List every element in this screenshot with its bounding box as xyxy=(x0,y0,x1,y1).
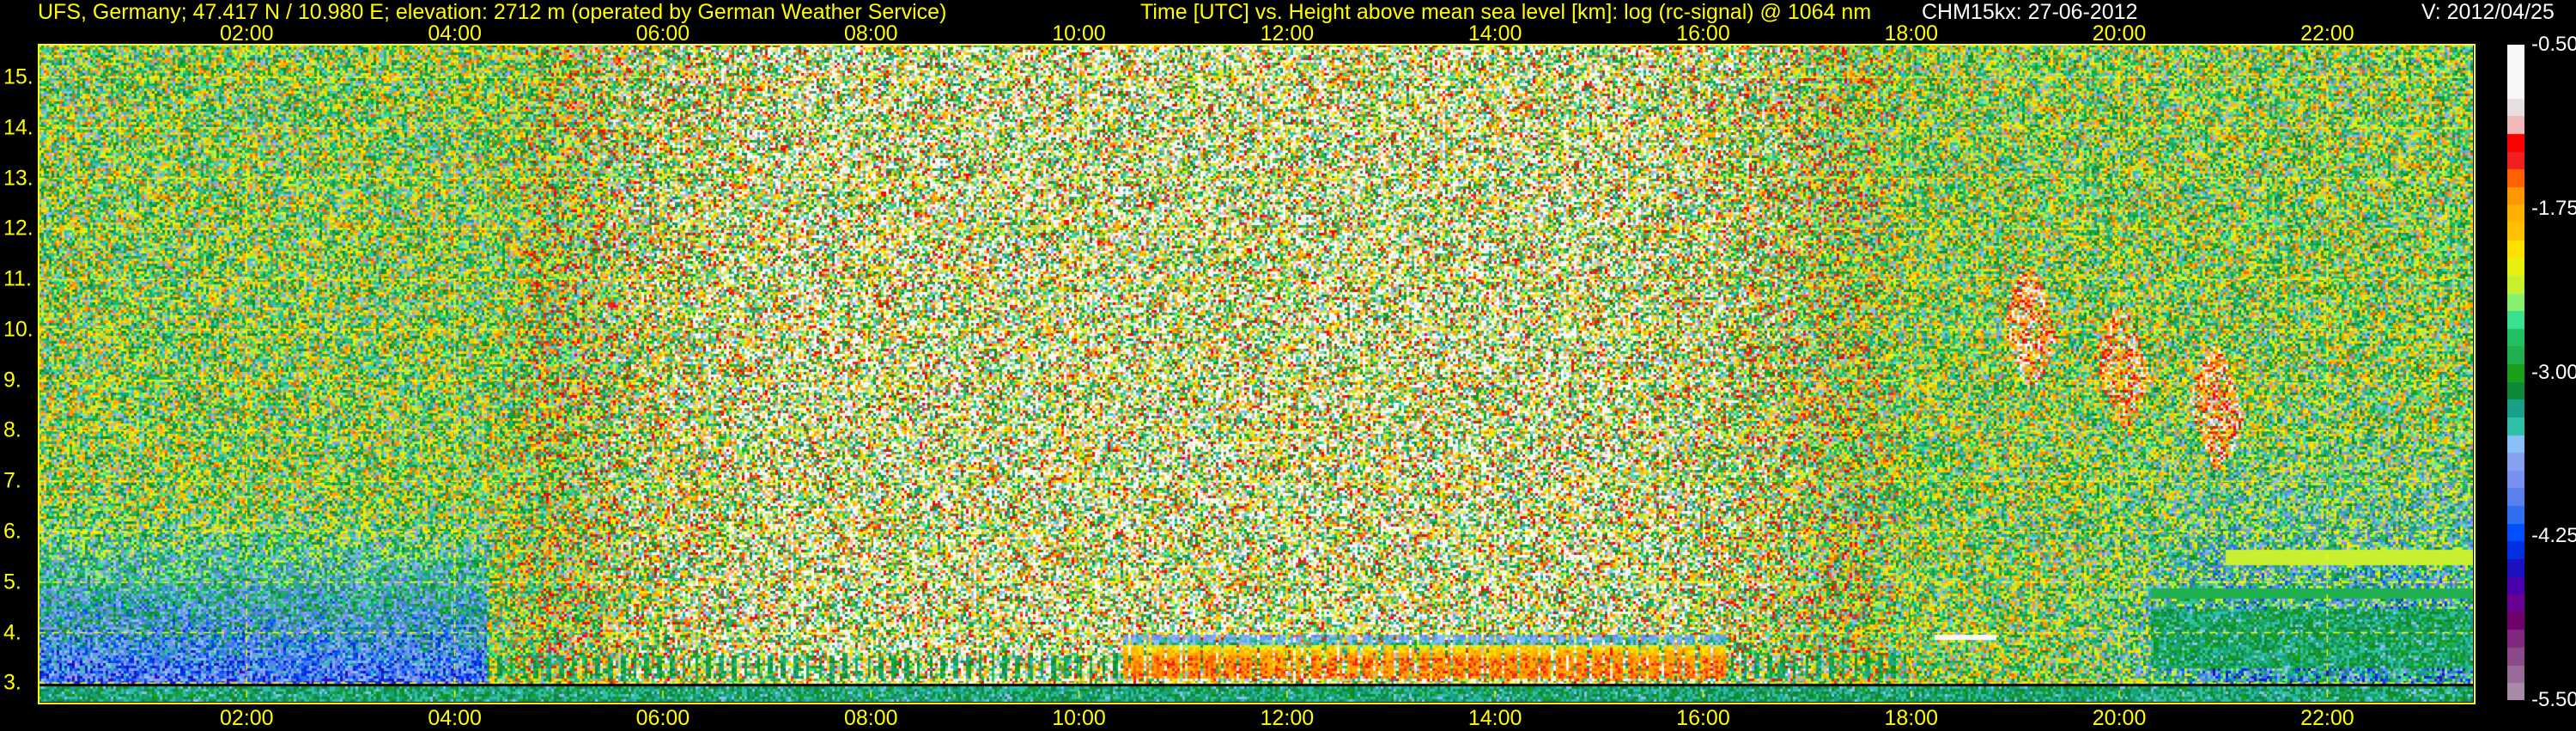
x-tick-label-top: 06:00 xyxy=(635,21,690,46)
x-tick-label-top: 04:00 xyxy=(428,21,482,46)
x-tick-label-top: 18:00 xyxy=(1884,21,1939,46)
x-tick-label-bottom: 06:00 xyxy=(635,706,690,730)
y-tick-label: 8. xyxy=(3,417,21,442)
station-title: UFS, Germany; 47.417 N / 10.980 E; eleva… xyxy=(38,0,947,24)
x-tick-label-top: 16:00 xyxy=(1676,21,1730,46)
y-tick-label: 14. xyxy=(3,115,33,140)
x-tick-label-top: 20:00 xyxy=(2092,21,2147,46)
instrument-date: CHM15kx: 27-06-2012 xyxy=(1922,0,2138,24)
colorbar-tick-label: -0.50 xyxy=(2531,33,2576,56)
colorbar-tick-label: -1.75 xyxy=(2531,196,2576,220)
x-tick-label-bottom: 12:00 xyxy=(1260,706,1315,730)
y-tick-label: 13. xyxy=(3,166,33,191)
x-tick-label-top: 12:00 xyxy=(1260,21,1315,46)
x-tick-label-top: 08:00 xyxy=(843,21,898,46)
version-label: V: 2012/04/25 xyxy=(2421,0,2555,24)
y-tick-label: 10. xyxy=(3,317,33,342)
x-tick-label-bottom: 14:00 xyxy=(1467,706,1522,730)
x-tick-label-bottom: 02:00 xyxy=(220,706,274,730)
x-tick-label-bottom: 04:00 xyxy=(428,706,482,730)
y-tick-label: 5. xyxy=(3,570,21,594)
x-tick-label-bottom: 16:00 xyxy=(1676,706,1730,730)
backscatter-heatmap xyxy=(39,45,2473,702)
x-tick-label-bottom: 22:00 xyxy=(2300,706,2354,730)
y-tick-label: 3. xyxy=(3,670,21,695)
y-tick-label: 7. xyxy=(3,468,21,493)
x-tick-label-bottom: 08:00 xyxy=(843,706,898,730)
x-tick-label-top: 02:00 xyxy=(220,21,274,46)
x-tick-label-bottom: 10:00 xyxy=(1052,706,1106,730)
x-tick-label-bottom: 20:00 xyxy=(2092,706,2147,730)
y-tick-label: 12. xyxy=(3,216,33,241)
x-tick-label-top: 22:00 xyxy=(2300,21,2354,46)
plot-title: Time [UTC] vs. Height above mean sea lev… xyxy=(1140,0,1872,24)
x-tick-label-top: 10:00 xyxy=(1052,21,1106,46)
y-tick-label: 11. xyxy=(3,266,32,291)
colorbar-tick-label: -3.00 xyxy=(2531,360,2576,384)
x-tick-label-top: 14:00 xyxy=(1467,21,1522,46)
colorbar-tick-label: -5.50 xyxy=(2531,688,2576,711)
x-tick-label-bottom: 18:00 xyxy=(1884,706,1939,730)
y-tick-label: 15. xyxy=(3,64,33,89)
y-tick-label: 4. xyxy=(3,620,21,644)
colorbar-tick-label: -4.25 xyxy=(2531,524,2576,548)
y-tick-label: 9. xyxy=(3,368,21,393)
y-tick-label: 6. xyxy=(3,519,21,544)
colorbar xyxy=(2507,45,2524,700)
